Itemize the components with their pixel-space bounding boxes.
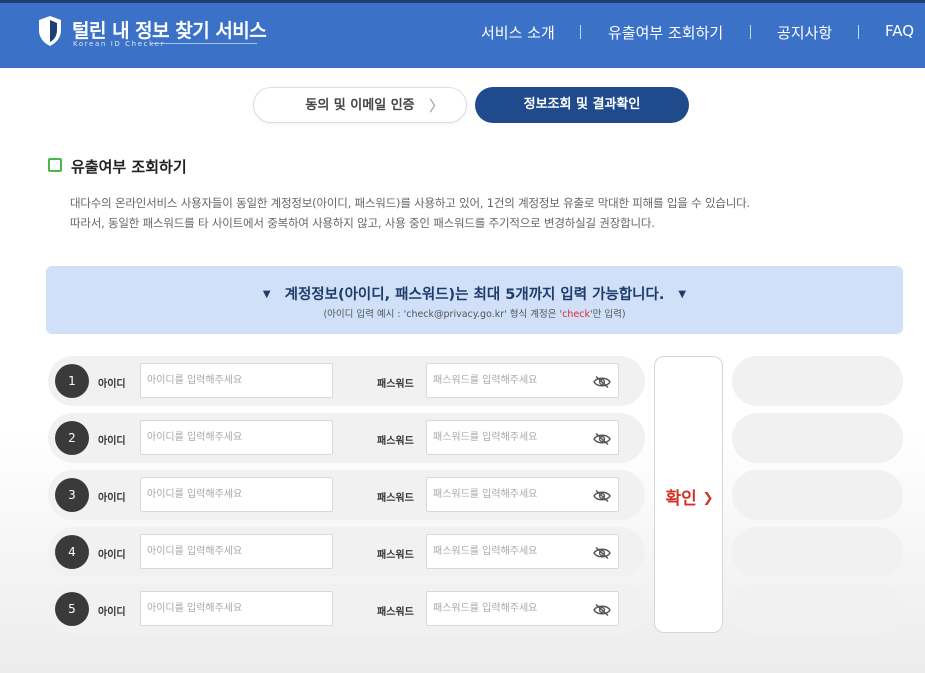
nav-separator xyxy=(858,25,859,39)
banner-main[interactable]: ▼ 계정정보(아이디, 패스워드)는 최대 5개까지 입력 가능합니다. ▼ xyxy=(46,283,903,304)
id-label: 아이디 xyxy=(98,550,126,561)
eye-slash-icon[interactable] xyxy=(593,374,611,389)
id-input[interactable] xyxy=(140,534,333,569)
id-input[interactable] xyxy=(140,363,333,398)
step-lookup-result[interactable]: 정보조회 및 결과확인 xyxy=(475,87,689,123)
confirm-text: 확인 xyxy=(665,489,697,509)
row-number: 5 xyxy=(55,592,89,626)
nav-faq[interactable]: FAQ xyxy=(885,22,914,44)
id-label: 아이디 xyxy=(98,436,126,447)
banner-example-highlight: check xyxy=(562,309,590,320)
arrow-right-icon: ❯ xyxy=(702,491,714,506)
nav-separator xyxy=(580,25,581,39)
nav-leak-check[interactable]: 유출여부 조회하기 xyxy=(608,22,723,44)
result-placeholder xyxy=(732,413,903,463)
result-placeholder xyxy=(732,527,903,577)
chevron-right-icon: 〉 xyxy=(428,97,444,115)
result-placeholder xyxy=(732,584,903,634)
password-input[interactable] xyxy=(426,534,619,569)
password-input[interactable] xyxy=(426,591,619,626)
eye-slash-icon[interactable] xyxy=(593,488,611,503)
site-header: 털린 내 정보 찾기 서비스 Korean ID Checker 서비스 소개 … xyxy=(0,3,925,68)
row-number: 3 xyxy=(55,478,89,512)
description-line-1: 대다수의 온라인서비스 사용자들이 동일한 계정정보(아이디, 패스워드)를 사… xyxy=(70,196,750,210)
id-input[interactable] xyxy=(140,420,333,455)
step-consent-email[interactable]: 동의 및 이메일 인증 〉 xyxy=(253,87,467,123)
banner-example-suffix: '만 입력) xyxy=(589,309,626,320)
shield-icon[interactable] xyxy=(37,15,63,47)
id-label: 아이디 xyxy=(98,379,126,390)
chevron-down-icon: ▼ xyxy=(262,289,271,300)
id-input[interactable] xyxy=(140,477,333,512)
id-label: 아이디 xyxy=(98,493,126,504)
result-placeholder xyxy=(732,470,903,520)
password-label: 패스워드 xyxy=(377,379,414,390)
confirm-label: 확인 ❯ xyxy=(655,484,724,509)
password-input[interactable] xyxy=(426,477,619,512)
result-placeholder xyxy=(732,356,903,406)
password-input[interactable] xyxy=(426,363,619,398)
nav-notice[interactable]: 공지사항 xyxy=(777,22,832,44)
site-title[interactable]: 털린 내 정보 찾기 서비스 xyxy=(72,16,267,43)
row-number: 1 xyxy=(55,364,89,398)
banner-example: (아이디 입력 예시 : 'check@privacy.go.kr' 형식 계정… xyxy=(46,306,903,320)
description-line-2: 따라서, 동일한 패스워드를 타 사이트에서 중복하여 사용하지 않고, 사용 … xyxy=(70,216,655,230)
step-label: 동의 및 이메일 인증 xyxy=(305,98,415,113)
eye-slash-icon[interactable] xyxy=(593,602,611,617)
banner-example-prefix: (아이디 입력 예시 : 'check@privacy.go.kr' 형식 계정… xyxy=(323,309,563,320)
nav-service-intro[interactable]: 서비스 소개 xyxy=(481,22,555,44)
confirm-button[interactable]: 확인 ❯ xyxy=(654,356,723,633)
password-label: 패스워드 xyxy=(377,607,414,618)
row-number: 4 xyxy=(55,535,89,569)
id-label: 아이디 xyxy=(98,607,126,618)
section-square-icon xyxy=(48,158,62,172)
banner-main-text: 계정정보(아이디, 패스워드)는 최대 5개까지 입력 가능합니다. xyxy=(284,287,665,303)
info-banner: ▼ 계정정보(아이디, 패스워드)는 최대 5개까지 입력 가능합니다. ▼ (아이… xyxy=(46,266,903,334)
eye-slash-icon[interactable] xyxy=(593,545,611,560)
password-input[interactable] xyxy=(426,420,619,455)
row-number: 2 xyxy=(55,421,89,455)
eye-slash-icon[interactable] xyxy=(593,431,611,446)
section-title: 유출여부 조회하기 xyxy=(71,158,187,176)
password-label: 패스워드 xyxy=(377,550,414,561)
password-label: 패스워드 xyxy=(377,493,414,504)
chevron-down-icon: ▼ xyxy=(678,289,687,300)
password-label: 패스워드 xyxy=(377,436,414,447)
id-input[interactable] xyxy=(140,591,333,626)
site-subtitle: Korean ID Checker xyxy=(73,40,165,48)
nav-separator xyxy=(750,25,751,39)
logo-underline xyxy=(150,43,257,44)
